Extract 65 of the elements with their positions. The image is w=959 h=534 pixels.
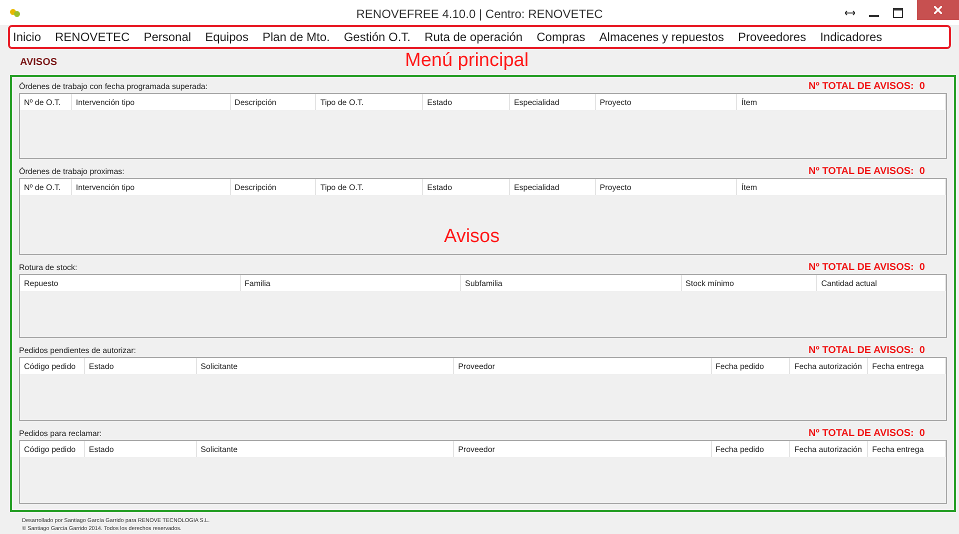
column-header: Nº de O.T. bbox=[20, 94, 72, 110]
column-header: Fecha autorización bbox=[790, 358, 868, 374]
column-header: Intervención tipo bbox=[72, 94, 231, 110]
column-header: Proyecto bbox=[596, 179, 738, 195]
page-title: AVISOS bbox=[20, 56, 58, 68]
section-title: Rotura de stock: bbox=[19, 263, 78, 272]
column-header: Descripción bbox=[230, 179, 316, 195]
maximize-icon[interactable] bbox=[893, 8, 903, 18]
annotation-label: Avisos bbox=[444, 226, 500, 248]
column-header: Repuesto bbox=[20, 275, 241, 291]
column-header: Estado bbox=[84, 441, 197, 457]
column-header: Descripción bbox=[230, 94, 316, 110]
column-header: Nº de O.T. bbox=[20, 179, 72, 195]
menu-item[interactable]: Inicio bbox=[10, 30, 46, 44]
alert-total: Nº TOTAL DE AVISOS: 0 bbox=[808, 262, 925, 273]
menu-item[interactable]: Ruta de operación bbox=[422, 30, 527, 44]
column-header: Tipo de O.T. bbox=[316, 94, 424, 110]
column-header: Estado bbox=[84, 358, 197, 374]
column-header: Subfamilia bbox=[461, 275, 682, 291]
resize-icon[interactable] bbox=[845, 10, 855, 16]
menu-item[interactable]: Personal bbox=[140, 30, 196, 44]
column-header: Fecha pedido bbox=[712, 358, 790, 374]
annotation-label: Menú principal bbox=[405, 50, 529, 72]
column-header: Familia bbox=[240, 275, 462, 291]
menu-item[interactable]: Compras bbox=[534, 30, 590, 44]
column-header: Proveedor bbox=[454, 441, 712, 457]
column-header: Código pedido bbox=[20, 358, 85, 374]
alert-total: Nº TOTAL DE AVISOS: 0 bbox=[808, 428, 925, 439]
column-header: Fecha autorización bbox=[790, 441, 868, 457]
column-header: Ítem bbox=[737, 179, 946, 195]
section-title: Órdenes de trabajo proximas: bbox=[19, 167, 124, 176]
column-header: Solicitante bbox=[196, 441, 454, 457]
column-header: Cantidad actual bbox=[817, 275, 946, 291]
column-header: Especialidad bbox=[510, 94, 596, 110]
column-header: Especialidad bbox=[510, 179, 596, 195]
alert-total: Nº TOTAL DE AVISOS: 0 bbox=[808, 81, 925, 92]
column-header: Código pedido bbox=[20, 441, 85, 457]
menu-item[interactable]: Proveedores bbox=[735, 30, 810, 44]
column-header: Fecha pedido bbox=[712, 441, 790, 457]
column-header: Estado bbox=[423, 179, 510, 195]
menu-item[interactable]: Indicadores bbox=[817, 30, 886, 44]
menu-item[interactable]: Plan de Mto. bbox=[259, 30, 334, 44]
column-header: Tipo de O.T. bbox=[316, 179, 424, 195]
close-button[interactable] bbox=[917, 0, 959, 20]
menu-item[interactable]: Almacenes y repuestos bbox=[596, 30, 728, 44]
column-header: Stock mínimo bbox=[682, 275, 818, 291]
section-title: Órdenes de trabajo con fecha programada superada: bbox=[19, 82, 208, 91]
section-title: Pedidos para reclamar: bbox=[19, 429, 102, 438]
column-header: Intervención tipo bbox=[72, 179, 231, 195]
app-logo-icon bbox=[9, 6, 21, 18]
column-header: Estado bbox=[423, 94, 510, 110]
window-title: RENOVEFREE 4.10.0 | Centro: RENOVETEC bbox=[356, 7, 603, 21]
column-header: Solicitante bbox=[196, 358, 454, 374]
alert-total: Nº TOTAL DE AVISOS: 0 bbox=[808, 345, 925, 356]
menu-item[interactable]: Gestión O.T. bbox=[340, 30, 415, 44]
alert-total: Nº TOTAL DE AVISOS: 0 bbox=[808, 166, 925, 177]
close-icon bbox=[934, 6, 942, 14]
column-header: Fecha entrega bbox=[868, 441, 946, 457]
column-header: Ítem bbox=[737, 94, 946, 110]
column-header: Proyecto bbox=[596, 94, 738, 110]
column-header: Fecha entrega bbox=[868, 358, 946, 374]
column-header: Proveedor bbox=[454, 358, 712, 374]
menu-item[interactable]: RENOVETEC bbox=[52, 30, 134, 44]
menu-item[interactable]: Equipos bbox=[202, 30, 252, 44]
section-title: Pedidos pendientes de autorizar: bbox=[19, 346, 136, 355]
